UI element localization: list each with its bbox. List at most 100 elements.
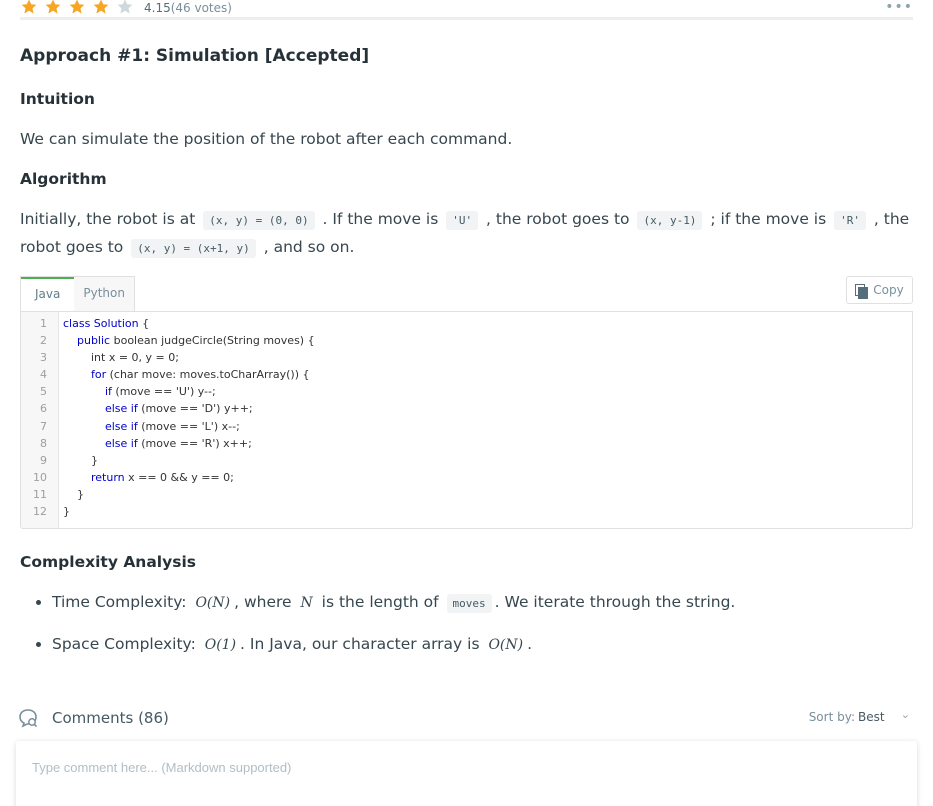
space-label: Space Complexity: [52,635,201,653]
line-number: 4 [40,368,47,382]
algo-text-2: . If the move is [317,210,444,228]
tab-java[interactable]: Java [21,277,75,311]
line-number: 3 [40,351,47,365]
code-editor[interactable]: 1 2 3 4 5 6 7 8 9 10 11 12 class Solution { public … [20,311,913,529]
line-number: 8 [40,436,47,450]
complexity-heading: Complexity Analysis [20,553,196,571]
code-line: else if (move == 'R') x++; [63,435,912,452]
code-line: else if (move == 'D') y++; [63,400,912,417]
copy-label: Copy [873,283,904,297]
comments-header: Comments (86) Sort by: Best ⌄ [18,705,915,731]
code-text: (move == 'R') x++; [137,436,252,450]
space-math-2: O(N) [488,637,524,653]
line-number: 9 [40,453,47,467]
code-keyword: for [90,368,107,382]
star-filled-icon[interactable] [20,0,38,16]
intuition-heading: Intuition [20,90,95,108]
rating-bar: 4.15(46 votes) ••• [20,0,913,20]
code-keyword: else if [104,419,138,433]
space-complexity-item: Space Complexity: O(1). In Java, our cha… [52,630,735,672]
sort-value: Best [858,710,885,724]
more-options-icon[interactable]: ••• [885,0,913,14]
line-number-gutter: 1 2 3 4 5 6 7 8 9 10 11 12 [21,312,59,528]
code-lines: class Solution { public boolean judgeCir… [63,315,912,520]
line-number: 6 [40,402,47,416]
space-text-1: . In Java, our character array is [240,635,485,653]
sort-label: Sort by: [808,710,855,724]
code-line: public boolean judgeCircle(String moves)… [63,332,912,349]
time-text-1: , where [234,593,297,611]
line-number: 1 [40,317,47,330]
sort-select[interactable]: Best ⌄ [858,708,910,724]
comment-icon [19,709,38,728]
space-text-2: . [527,635,533,653]
code-keyword: else if [104,402,138,416]
code-line: } [63,503,912,520]
code-text: { [138,317,150,330]
line-number: 5 [40,385,47,399]
chevron-down-icon: ⌄ [900,708,910,721]
algorithm-text: Initially, the robot is at (x, y) = (0, … [20,206,913,262]
star-rating[interactable] [20,0,134,16]
time-label: Time Complexity: [52,593,192,611]
algo-text-3: , the robot goes to [481,210,635,228]
space-math: O(1) [204,637,237,653]
rating-score: 4.15 [144,1,171,15]
star-filled-icon[interactable] [68,0,86,16]
time-code: moves [446,594,492,613]
code-text: (move == 'L') x--; [137,419,240,433]
approach-title: Approach #1: Simulation [Accepted] [20,46,370,66]
code-text: x == 0 && y == 0; [124,470,234,484]
code-text: } [63,505,70,519]
code-text: (char move: moves.toCharArray()) { [106,368,310,382]
algo-text-6: , and so on. [258,238,355,256]
code-text: } [90,453,98,467]
code-text: boolean judgeCircle(String moves) { [110,334,315,348]
line-number: 12 [33,505,47,519]
tab-python[interactable]: Python [74,277,134,311]
time-complexity-item: Time Complexity: O(N), where N is the le… [52,588,735,630]
complexity-list: Time Complexity: O(N) , where N is the le… [52,588,735,672]
algo-code-5: (x, y) = (x+1, y) [131,239,256,258]
time-text-3: . We iterate through the string. [494,593,736,611]
code-text: } [77,487,84,501]
intuition-text: We can simulate the position of the robo… [20,130,513,148]
line-number: 11 [33,487,47,501]
code-line: if (move == 'U') y--; [63,383,912,400]
time-text-2: is the length of [316,593,444,611]
algo-text-1: Initially, the robot is at [20,210,201,228]
comments-title: Comments (86) [52,709,169,727]
code-keyword: public [77,334,111,348]
code-line: int x = 0, y = 0; [63,349,912,366]
code-keyword: else if [104,436,138,450]
line-number: 10 [33,470,47,484]
star-filled-icon[interactable] [44,0,62,16]
line-number: 7 [40,419,47,433]
code-line: else if (move == 'L') x--; [63,418,912,435]
language-tabs: Java Python [20,276,135,311]
algo-text-4: ; if the move is [705,210,832,228]
code-text: (move == 'U') y--; [111,385,216,399]
star-empty-icon[interactable] [116,0,134,16]
line-number: 2 [40,334,47,348]
copy-icon [855,283,869,299]
copy-button[interactable]: Copy [846,276,913,304]
comment-input-box [16,741,917,806]
code-block: Java Python Copy 1 2 3 4 5 6 7 8 9 10 11 12 class S… [20,276,913,529]
algo-code-1: (x, y) = (0, 0) [203,211,315,230]
comment-input[interactable] [16,741,917,794]
time-var: N [300,595,313,611]
code-text: int x = 0, y = 0; [90,351,179,365]
code-keyword: return [90,470,125,484]
code-keyword: if [104,385,112,399]
star-filled-icon[interactable] [92,0,110,16]
